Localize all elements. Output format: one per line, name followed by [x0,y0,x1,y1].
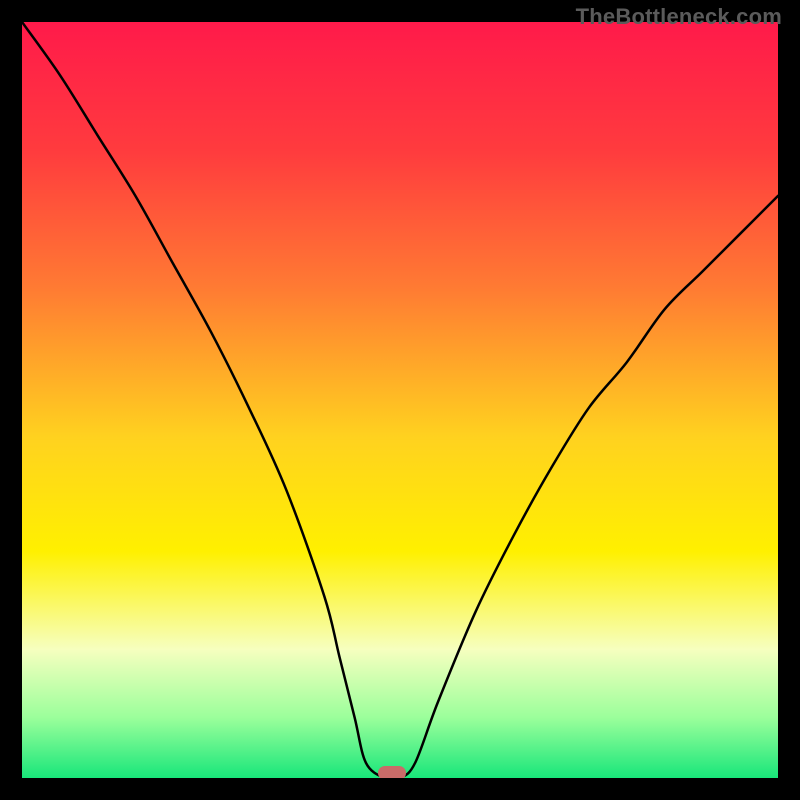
optimal-marker [378,766,406,778]
plot-area [22,22,778,778]
watermark-label: TheBottleneck.com [576,4,782,30]
bottleneck-curve [22,22,778,778]
chart-frame: TheBottleneck.com [0,0,800,800]
curve-path [22,22,778,778]
